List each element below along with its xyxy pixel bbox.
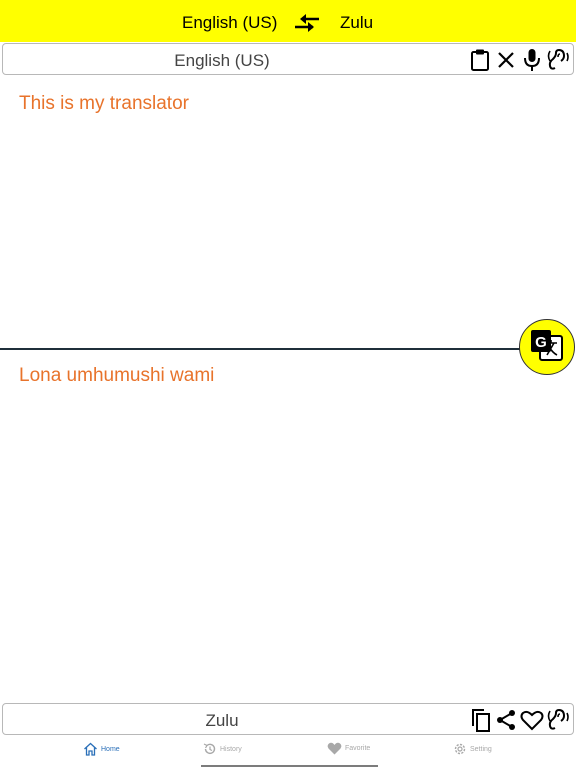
tab-favorite-label: Favorite xyxy=(345,745,371,752)
source-language-selector[interactable]: English (US) xyxy=(182,13,277,33)
tab-history-label: History xyxy=(220,745,242,753)
copy-icon[interactable] xyxy=(467,707,493,733)
target-language-selector[interactable]: Zulu xyxy=(340,13,373,33)
home-icon xyxy=(84,742,97,756)
microphone-icon[interactable] xyxy=(519,47,545,73)
input-language-label: English (US) xyxy=(174,51,270,70)
translate-button[interactable]: G xyxy=(519,319,575,375)
gear-icon xyxy=(454,743,466,755)
speaker-ear-icon[interactable] xyxy=(545,707,571,733)
tab-history[interactable]: History xyxy=(203,742,242,756)
swap-arrows-icon[interactable] xyxy=(293,12,321,34)
tab-setting-label: Setting xyxy=(470,745,492,753)
heart-icon xyxy=(327,742,342,755)
home-indicator xyxy=(201,765,378,767)
svg-text:G: G xyxy=(535,334,547,351)
history-icon xyxy=(203,743,216,755)
google-translate-icon: G xyxy=(528,327,566,368)
clipboard-icon[interactable] xyxy=(467,47,493,73)
panel-divider xyxy=(0,348,520,350)
translated-text-area: Lona umhumushi wami xyxy=(19,365,215,386)
translator-screen: English (US) Zulu English (US) This is m… xyxy=(0,0,576,768)
input-language-bar: English (US) xyxy=(2,43,574,75)
favorite-heart-icon[interactable] xyxy=(519,707,545,733)
source-text-area[interactable]: This is my translator xyxy=(19,93,189,115)
language-selector-bar: English (US) Zulu xyxy=(0,0,576,42)
tab-setting[interactable]: Setting xyxy=(453,742,492,756)
output-language-bar: Zulu xyxy=(2,703,574,735)
clear-x-icon[interactable] xyxy=(493,47,519,73)
speaker-ear-icon[interactable] xyxy=(545,47,571,73)
tab-home[interactable]: Home xyxy=(83,742,120,756)
tab-favorite[interactable]: Favorite xyxy=(327,742,370,755)
tab-home-label: Home xyxy=(101,745,120,753)
share-icon[interactable] xyxy=(493,707,519,733)
output-language-label: Zulu xyxy=(205,711,239,730)
bottom-tab-bar: Home History Favorite Setting xyxy=(0,736,576,768)
